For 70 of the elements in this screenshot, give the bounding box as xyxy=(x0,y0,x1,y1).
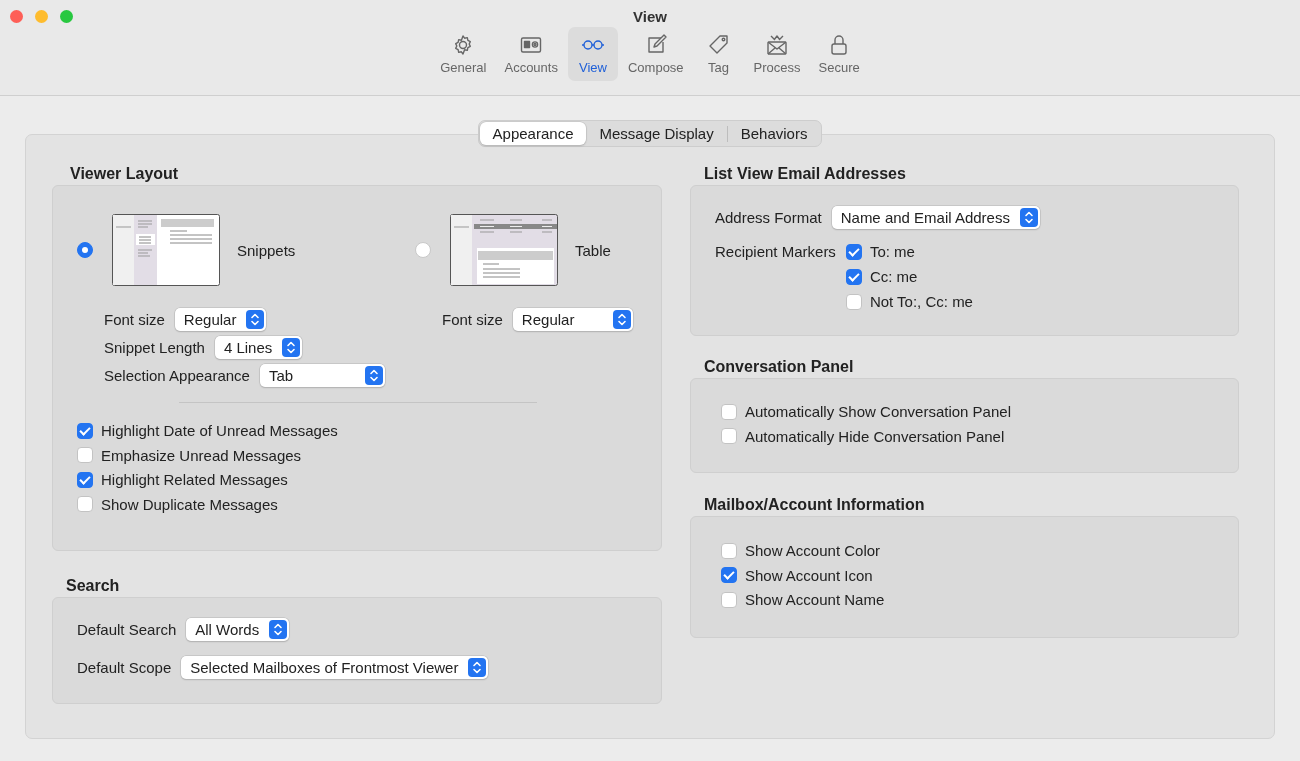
checkbox[interactable] xyxy=(721,428,737,444)
stepper-icon xyxy=(282,338,301,357)
field-label: Default Scope xyxy=(77,659,172,676)
stepper-icon xyxy=(468,658,487,677)
checkbox-label: Show Account Name xyxy=(745,591,885,608)
checkbox-label: Show Duplicate Messages xyxy=(101,495,278,513)
checkbox[interactable] xyxy=(721,542,737,559)
checkbox[interactable] xyxy=(77,471,93,488)
toolbar-tab[interactable]: Tag xyxy=(693,27,744,81)
checkbox[interactable] xyxy=(845,243,862,260)
checkbox-label: To: me xyxy=(869,243,915,260)
field-label: Snippet Length xyxy=(104,339,205,356)
toolbar-tab[interactable]: General xyxy=(432,27,495,81)
radio-button[interactable] xyxy=(77,242,93,258)
segment-tab[interactable]: Message Display xyxy=(586,122,727,145)
toolbar-tab[interactable]: Secure xyxy=(810,27,868,81)
stepper-icon xyxy=(1019,208,1038,227)
popup-button[interactable]: Name and Email Address xyxy=(831,206,1040,229)
stepper-icon xyxy=(246,310,265,329)
window-title: View xyxy=(633,8,667,25)
checkbox[interactable] xyxy=(721,403,737,420)
field-label: Default Search xyxy=(77,621,177,638)
radio-button[interactable] xyxy=(415,242,431,258)
checkbox[interactable] xyxy=(845,268,862,285)
field-label: Selection Appearance xyxy=(104,367,250,384)
popup-button[interactable]: Tab xyxy=(259,364,385,387)
stepper-icon xyxy=(269,620,288,639)
checkbox[interactable] xyxy=(77,447,93,463)
toolbar-tab[interactable]: Process xyxy=(745,27,809,81)
checkbox[interactable] xyxy=(721,591,737,608)
close-button[interactable] xyxy=(10,10,23,23)
segment-tab[interactable]: Appearance xyxy=(479,122,587,145)
field-label: Font size xyxy=(104,311,165,328)
section-title: List View Email Addresses xyxy=(704,165,907,183)
stepper-icon xyxy=(612,310,631,329)
popup-button[interactable]: Regular xyxy=(512,308,633,331)
section-title: Search xyxy=(66,577,121,595)
popup-button[interactable]: 4 Lines xyxy=(214,336,303,359)
checkbox[interactable] xyxy=(77,496,93,512)
radio-label: Table xyxy=(575,241,611,259)
checkbox-label: Show Account Color xyxy=(745,542,881,559)
checkbox-label: Highlight Date of Unread Messages xyxy=(101,422,338,439)
section-title: Viewer Layout xyxy=(70,165,180,183)
segment-tab[interactable]: Behaviors xyxy=(727,122,821,145)
checkbox-label: Show Account Icon xyxy=(745,566,873,584)
section-title: Conversation Panel xyxy=(704,358,855,376)
field-label: Recipient Markers xyxy=(715,243,836,262)
checkbox[interactable] xyxy=(721,567,737,583)
checkbox-label: Automatically Hide Conversation Panel xyxy=(745,427,1005,445)
toolbar-tab[interactable]: Accounts xyxy=(496,27,566,81)
field-label: Font size xyxy=(442,311,503,328)
popup-button[interactable]: Regular xyxy=(174,308,267,331)
checkbox-label: Emphasize Unread Messages xyxy=(101,446,302,464)
popup-button[interactable]: All Words xyxy=(186,618,290,641)
minimize-button[interactable] xyxy=(35,10,48,23)
toolbar-tab[interactable]: View xyxy=(567,27,618,81)
radio-label: Snippets xyxy=(237,241,296,259)
zoom-button[interactable] xyxy=(60,10,73,23)
checkbox-label: Highlight Related Messages xyxy=(101,471,288,488)
checkbox[interactable] xyxy=(845,293,862,310)
field-label: Address Format xyxy=(715,209,822,226)
checkbox-label: Automatically Show Conversation Panel xyxy=(745,403,1011,420)
checkbox[interactable] xyxy=(77,422,93,439)
checkbox-label: Cc: me xyxy=(869,268,918,285)
checkbox-label: Not To:, Cc: me xyxy=(869,293,973,310)
popup-button[interactable]: Selected Mailboxes of Frontmost Viewer xyxy=(181,656,489,679)
envelope-icon xyxy=(765,33,790,57)
stepper-icon xyxy=(364,366,383,385)
section-title: Mailbox/Account Information xyxy=(704,496,926,514)
toolbar-tab[interactable]: Compose xyxy=(619,27,692,81)
